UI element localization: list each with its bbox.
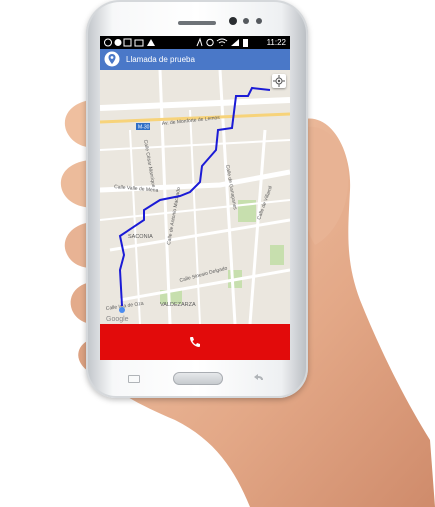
- hangup-phone-icon[interactable]: [188, 335, 202, 349]
- signal-icon: [147, 39, 155, 46]
- map-canvas[interactable]: M-30 Av. de Monforte de Lemos Calle Césa…: [100, 70, 290, 324]
- alarm-icon: [206, 38, 214, 47]
- whatsapp-icon: [104, 38, 112, 47]
- app-title: Llamada de prueba: [126, 55, 195, 64]
- hangup-bar[interactable]: [100, 324, 290, 360]
- phone-screen: 11:22 Llamada de prueba M-30 Av. de Monf…: [100, 36, 290, 360]
- map-label-m30: M-30: [138, 125, 150, 131]
- proximity-sensor: [243, 18, 249, 24]
- home-button[interactable]: [173, 372, 223, 385]
- skype-icon: [114, 39, 122, 46]
- image-icon: [123, 38, 132, 47]
- app-bar: Llamada de prueba: [100, 49, 290, 70]
- status-clock: 11:22: [266, 38, 286, 47]
- map-view[interactable]: M-30 Av. de Monforte de Lemos Calle Césa…: [100, 70, 290, 324]
- menu-key[interactable]: [128, 375, 140, 383]
- road: [189, 109, 201, 324]
- map-label-valdezarza: VALDEZARZA: [160, 302, 196, 308]
- photo-scene: 11:22 Llamada de prueba M-30 Av. de Monf…: [0, 0, 435, 507]
- route-origin-dot: [119, 307, 125, 313]
- road: [100, 97, 290, 111]
- map-label-saconia: SACONIA: [128, 234, 153, 240]
- road: [100, 139, 290, 151]
- activity-icon: [196, 37, 203, 47]
- battery-icon: [243, 39, 248, 47]
- status-left-icons: [104, 38, 155, 47]
- park-area: [270, 245, 284, 265]
- mail-icon: [134, 39, 144, 47]
- light-sensor: [256, 18, 262, 24]
- signal-bars-icon: [231, 39, 239, 46]
- front-camera: [229, 17, 237, 25]
- location-marker-icon[interactable]: [104, 51, 120, 67]
- google-logo: Google: [106, 316, 129, 323]
- crosshair-icon: [273, 75, 285, 87]
- earpiece-speaker: [178, 21, 216, 25]
- status-right-icons: [196, 37, 248, 47]
- wifi-icon: [216, 38, 228, 46]
- my-location-button[interactable]: [272, 74, 286, 88]
- back-key-icon[interactable]: [254, 374, 264, 382]
- status-bar: 11:22: [100, 36, 290, 49]
